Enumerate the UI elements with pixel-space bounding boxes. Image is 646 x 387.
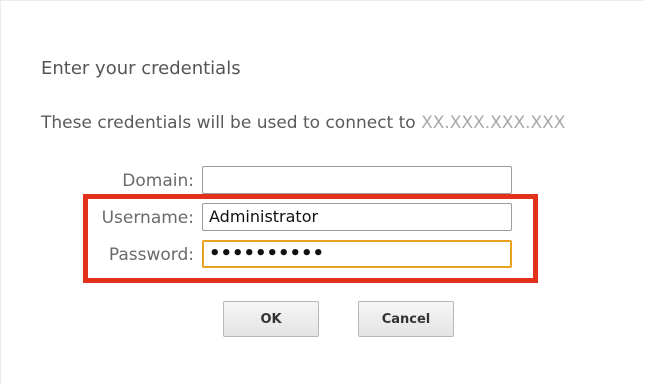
description-text: These credentials will be used to connec… [41, 113, 422, 133]
domain-field[interactable] [202, 166, 512, 194]
domain-label: Domain: [122, 171, 194, 191]
username-field[interactable]: Administrator [202, 203, 512, 231]
password-masked-value: •••••••••• [209, 243, 325, 264]
password-field[interactable]: •••••••••• [202, 240, 512, 268]
password-label: Password: [108, 245, 194, 265]
cancel-button[interactable]: Cancel [358, 301, 454, 337]
host-address: XX.XXX.XXX.XXX [421, 113, 566, 133]
ok-button[interactable]: OK [223, 301, 319, 337]
dialog-description: These credentials will be used to connec… [41, 113, 565, 133]
dialog-title: Enter your credentials [41, 58, 241, 79]
credentials-dialog: Enter your credentials These credentials… [0, 0, 644, 385]
username-label: Username: [101, 208, 194, 228]
